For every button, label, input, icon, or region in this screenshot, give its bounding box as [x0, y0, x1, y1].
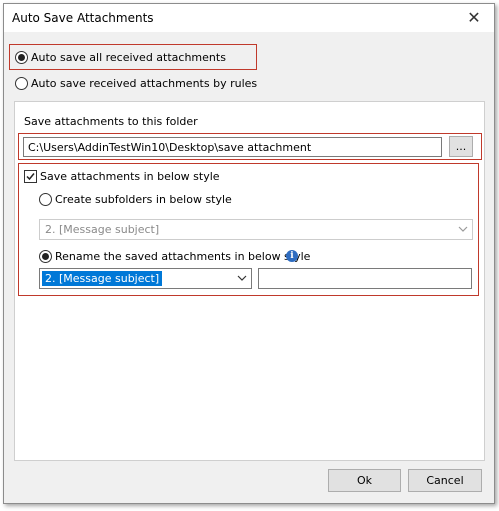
radio-rename-attachments[interactable] [39, 250, 52, 263]
rename-style-select[interactable]: 2. [Message subject] [39, 268, 252, 289]
radio-create-subfolders[interactable] [39, 193, 52, 206]
radio-create-subfolders-label: Create subfolders in below style [55, 193, 232, 206]
title-bar: Auto Save Attachments ✕ [4, 4, 494, 32]
folder-label: Save attachments to this folder [24, 115, 198, 128]
settings-panel: Save attachments to this folder C:\Users… [14, 101, 485, 461]
save-in-style-checkbox[interactable] [24, 170, 37, 183]
radio-save-all-label: Auto save all received attachments [31, 51, 226, 64]
browse-button[interactable]: ... [449, 136, 473, 157]
window-title: Auto Save Attachments [12, 11, 154, 25]
radio-rename-attachments-label: Rename the saved attachments in below st… [55, 250, 311, 263]
radio-save-all[interactable] [15, 51, 28, 64]
chevron-down-icon [237, 275, 247, 281]
subfolder-style-value: 2. [Message subject] [45, 223, 160, 236]
chevron-down-icon [458, 226, 468, 232]
close-icon[interactable]: ✕ [464, 8, 484, 28]
folder-path-input[interactable]: C:\Users\AddinTestWin10\Desktop\save att… [23, 137, 442, 157]
checkmark-icon [26, 173, 35, 181]
radio-save-by-rules-label: Auto save received attachments by rules [31, 77, 258, 90]
ok-button[interactable]: Ok [328, 469, 401, 492]
dialog-window: Auto Save Attachments ✕ Auto save all re… [3, 3, 495, 504]
info-icon[interactable]: i [286, 250, 298, 262]
radio-save-by-rules[interactable] [15, 77, 28, 90]
rename-extra-input[interactable] [258, 268, 472, 289]
save-in-style-label: Save attachments in below style [40, 170, 220, 183]
subfolder-style-select[interactable]: 2. [Message subject] [39, 219, 473, 240]
cancel-button[interactable]: Cancel [408, 469, 482, 492]
rename-style-value: 2. [Message subject] [42, 271, 163, 286]
